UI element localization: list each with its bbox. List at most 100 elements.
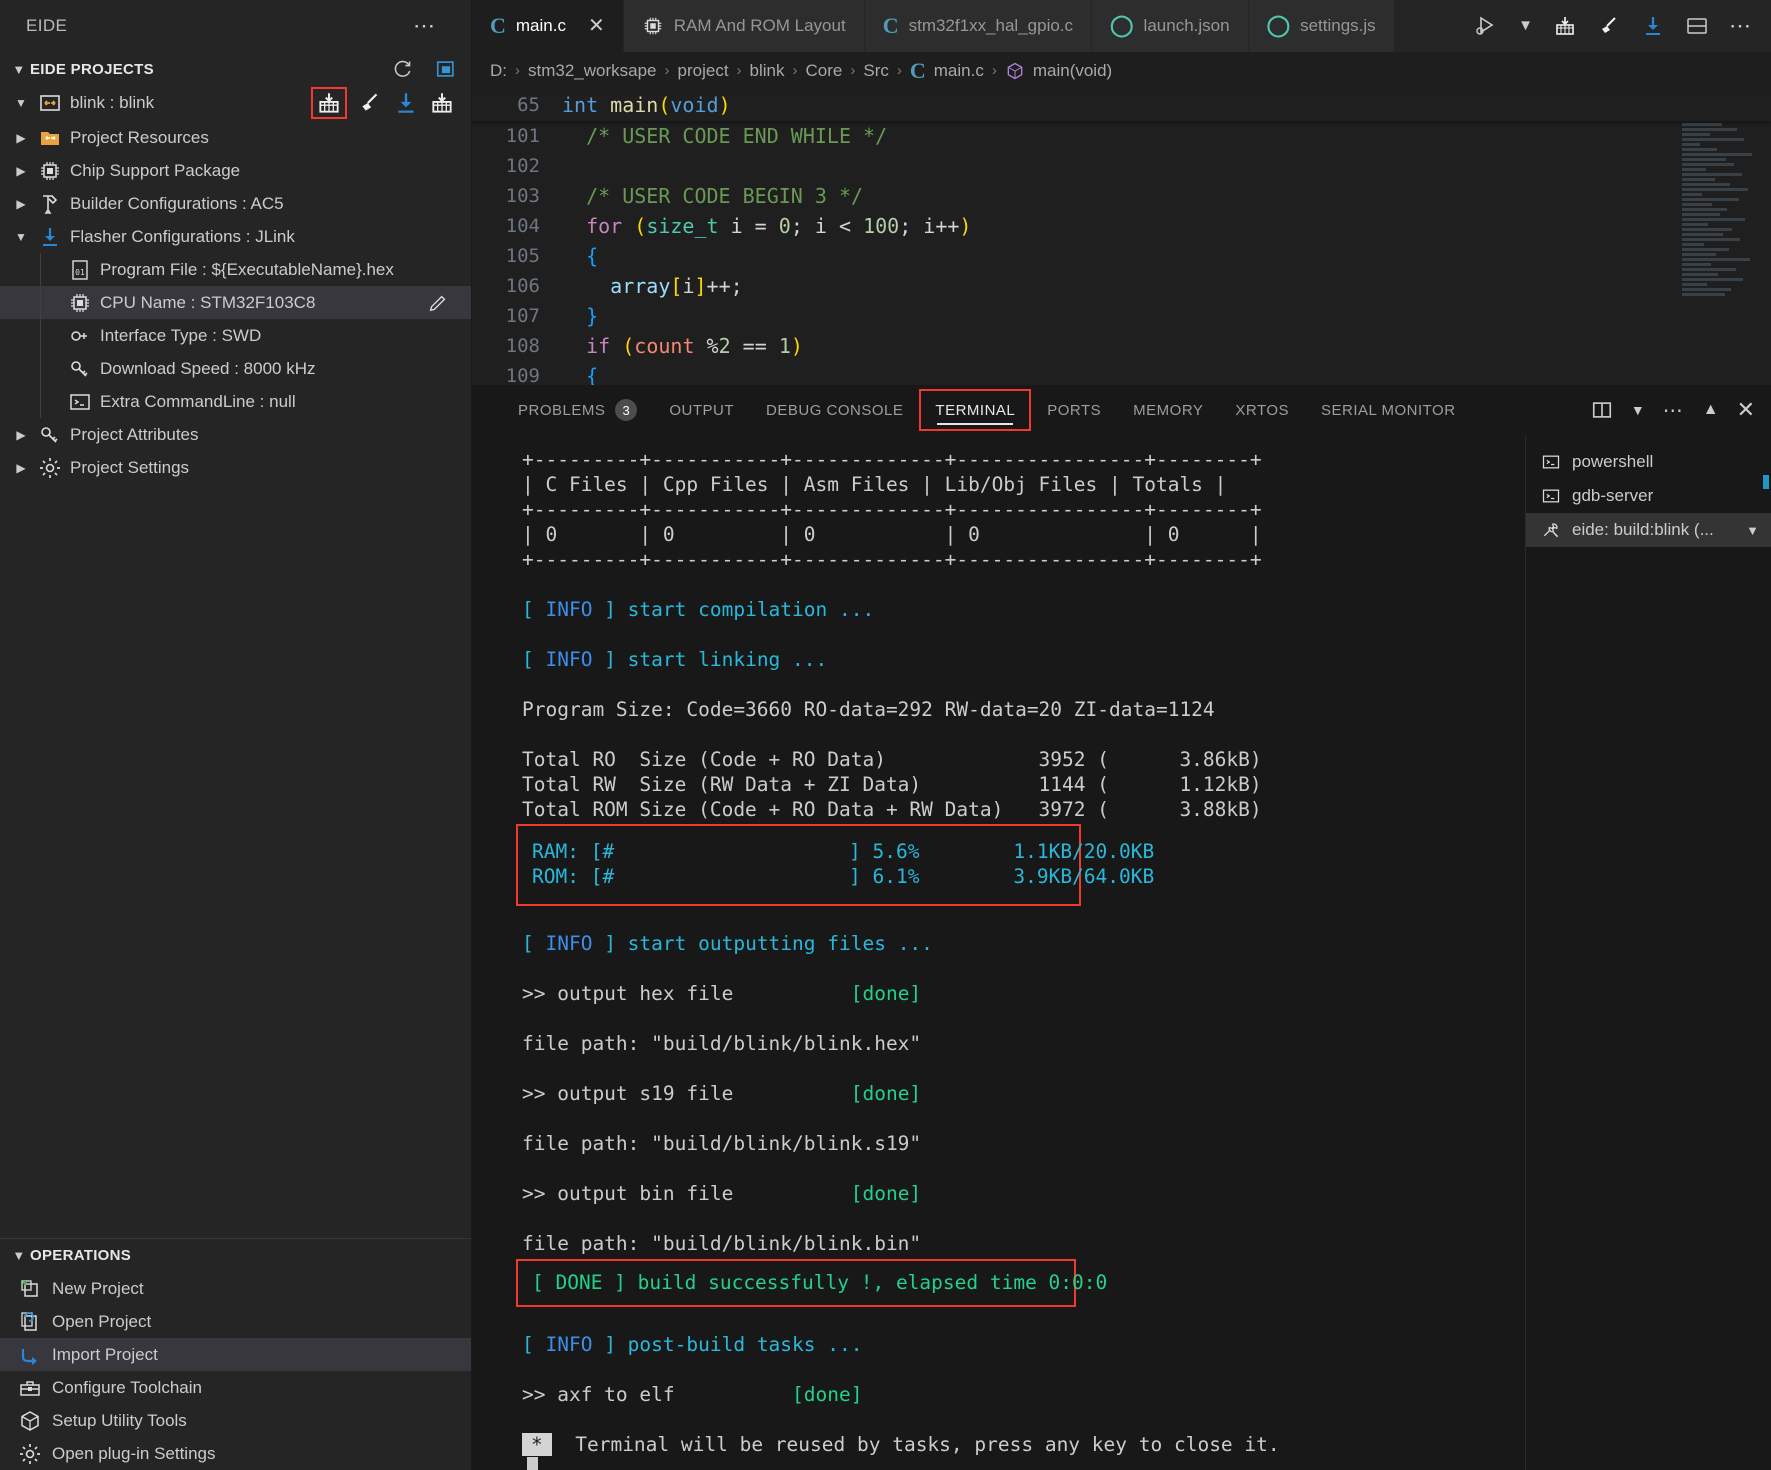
ellipsis-icon[interactable]: ⋯ (1663, 398, 1685, 423)
tree-row-project-root[interactable]: ▼ blink : blink (0, 86, 471, 119)
panel-tab-terminal[interactable]: TERMINAL (919, 389, 1032, 432)
terminal-output-cmd: >> output hex file [done] (522, 982, 922, 1006)
code-line[interactable]: 101 /* USER CODE END WHILE */ (472, 121, 1771, 151)
terminal-output[interactable]: +---------+-----------+-------------+---… (472, 435, 1525, 1470)
terminal-scrollbar[interactable] (1763, 475, 1769, 490)
panel-tab-ports[interactable]: PORTS (1031, 385, 1117, 435)
tree-row-interface[interactable]: ▶Interface Type : SWD (0, 319, 471, 352)
operations-section-header[interactable]: ▼ OPERATIONS (0, 1238, 471, 1272)
terminal-output-path: file path: "build/blink/blink.s19" (522, 1132, 922, 1156)
code-line[interactable]: 103 /* USER CODE BEGIN 3 */ (472, 181, 1771, 211)
tree-row-flasher[interactable]: ▼ Flasher Configurations : JLink (0, 220, 471, 253)
operation-import-project[interactable]: Import Project (0, 1338, 471, 1371)
broom-icon[interactable] (357, 90, 383, 116)
json-file-icon: ◯ (1110, 14, 1134, 38)
panel-tab-label: PORTS (1047, 401, 1102, 419)
editor-tab-stm32f1xx-hal-gpio-c[interactable]: Cstm32f1xx_hal_gpio.c (864, 0, 1093, 52)
panel-tab-problems[interactable]: PROBLEMS 3 (502, 385, 653, 435)
panel-tab-memory[interactable]: MEMORY (1117, 385, 1219, 435)
tree-row-builder[interactable]: ▶ Builder Configurations : AC5 (0, 187, 471, 220)
panel-tab-output[interactable]: OUTPUT (653, 385, 750, 435)
code-line[interactable]: 109 { (472, 361, 1771, 385)
tree-row-project[interactable]: ▶ Project Resources (0, 121, 471, 154)
chevron-right-icon[interactable]: ▶ (8, 428, 34, 442)
panel-tab-debug-console[interactable]: DEBUG CONSOLE (750, 385, 919, 435)
code-editor[interactable]: 65 int main(void) 101 /* USER CODE END W… (472, 89, 1771, 386)
tree-row-chip[interactable]: ▶ Chip Support Package (0, 154, 471, 187)
chevron-right-icon[interactable]: ▶ (8, 197, 34, 211)
build-icon[interactable] (1553, 14, 1577, 38)
editor-tab-settings-js[interactable]: ◯ settings.js (1248, 0, 1395, 52)
sticky-scroll-line[interactable]: 65 int main(void) (472, 89, 1771, 122)
ellipsis-icon[interactable]: ⋯ (413, 13, 471, 39)
build-button-highlight[interactable] (311, 86, 347, 119)
tree-row-extra[interactable]: ▶Extra CommandLine : null (0, 385, 471, 418)
split-editor-icon[interactable] (1685, 14, 1709, 38)
tree-row-cpu[interactable]: ▶CPU Name : STM32F103C8 (0, 286, 471, 319)
chevron-down-icon[interactable]: ▼ (8, 96, 34, 110)
refresh-icon[interactable] (391, 58, 413, 80)
tree-row-label: Project Settings (70, 457, 190, 477)
tree-row-download[interactable]: ▶Download Speed : 8000 kHz (0, 352, 471, 385)
breadcrumb-item[interactable]: project (678, 61, 729, 81)
terminal-list-item-gdb-server[interactable]: gdb-server (1526, 479, 1771, 513)
panel-tab-xrtos[interactable]: XRTOS (1219, 385, 1305, 435)
breadcrumb-item[interactable]: D: (490, 61, 507, 81)
chevron-down-icon[interactable]: ▼ (8, 230, 34, 244)
editor-tab-ram-and-rom-layout[interactable]: RAM And ROM Layout (623, 0, 865, 52)
split-terminal-icon[interactable] (1591, 399, 1613, 421)
tree-row-project[interactable]: ▶ Project Attributes (0, 418, 471, 451)
breadcrumb-item[interactable]: Src (863, 61, 889, 81)
tree-row-program[interactable]: ▶01Program File : ${ExecutableName}.hex (0, 253, 471, 286)
close-icon[interactable]: ✕ (588, 13, 605, 38)
build-all-icon[interactable] (429, 90, 455, 116)
split-editor-icon[interactable] (435, 58, 457, 80)
operation-setup-utility-tools[interactable]: Setup Utility Tools (0, 1404, 471, 1437)
close-icon[interactable]: ✕ (1737, 397, 1755, 423)
code-line[interactable]: 105 { (472, 241, 1771, 271)
operation-new-project[interactable]: New Project (0, 1272, 471, 1305)
panel-body: +---------+-----------+-------------+---… (472, 435, 1771, 1470)
run-debug-icon[interactable] (1474, 14, 1498, 38)
chevron-down-icon[interactable]: ▼ (1746, 523, 1771, 538)
chevron-down-icon: ▼ (12, 1248, 26, 1263)
chevron-right-icon[interactable]: ▶ (8, 164, 34, 178)
chevron-up-icon[interactable]: ▲ (1703, 401, 1719, 419)
build-icon[interactable] (316, 90, 342, 116)
breadcrumb-item[interactable]: main(void) (1033, 61, 1112, 81)
chevron-down-icon[interactable]: ▼ (1518, 17, 1533, 34)
panel-tab-serial-monitor[interactable]: SERIAL MONITOR (1305, 385, 1472, 435)
editor-minimap[interactable] (1676, 121, 1771, 386)
pencil-icon[interactable] (427, 286, 449, 319)
ellipsis-icon[interactable]: ⋯ (1729, 13, 1753, 39)
breadcrumb-item[interactable]: stm32_worksape (528, 61, 657, 81)
editor-tab-main-c[interactable]: Cmain.c ✕ (472, 0, 624, 52)
download-icon[interactable] (393, 90, 419, 116)
terminal-instances-list: powershell gdb-server eide: build:blink (.… (1525, 435, 1771, 1470)
operation-open-project[interactable]: Open Project (0, 1305, 471, 1338)
operation-open-plug-in-settings[interactable]: Open plug-in Settings (0, 1437, 471, 1470)
tree-indent-guide (40, 286, 41, 319)
tree-row-project[interactable]: ▶ Project Settings (0, 451, 471, 484)
code-line[interactable]: 104 for (size_t i = 0; i < 100; i++) (472, 211, 1771, 241)
breadcrumb-item[interactable]: blink (750, 61, 785, 81)
code-line[interactable]: 106 array[i]++; (472, 271, 1771, 301)
broom-icon[interactable] (1597, 14, 1621, 38)
chevron-down-icon[interactable]: ▼ (1631, 402, 1645, 418)
code-lines[interactable]: 101 /* USER CODE END WHILE */ 102 103 /* … (472, 121, 1771, 385)
breadcrumb-item[interactable]: main.c (934, 61, 984, 81)
operation-configure-toolchain[interactable]: Configure Toolchain (0, 1371, 471, 1404)
code-line[interactable]: 102 (472, 151, 1771, 181)
terminal-list-item-powershell[interactable]: powershell (1526, 445, 1771, 479)
eide-projects-section-header[interactable]: ▼ EIDE PROJECTS (0, 52, 471, 86)
download-icon[interactable] (1641, 14, 1665, 38)
chevron-right-icon[interactable]: ▶ (8, 461, 34, 475)
breadcrumb-item[interactable]: Core (806, 61, 843, 81)
chevron-right-icon[interactable]: ▶ (8, 131, 34, 145)
terminal-list-item-label: eide: build:blink (... (1572, 520, 1714, 540)
code-line[interactable]: 108 if (count %2 == 1) (472, 331, 1771, 361)
terminal-list-item-eide[interactable]: eide: build:blink (... ▼ (1526, 513, 1771, 548)
editor-tab-launch-json[interactable]: ◯ launch.json (1092, 0, 1249, 52)
code-line[interactable]: 107 } (472, 301, 1771, 331)
operation-label: Open plug-in Settings (52, 1443, 216, 1463)
